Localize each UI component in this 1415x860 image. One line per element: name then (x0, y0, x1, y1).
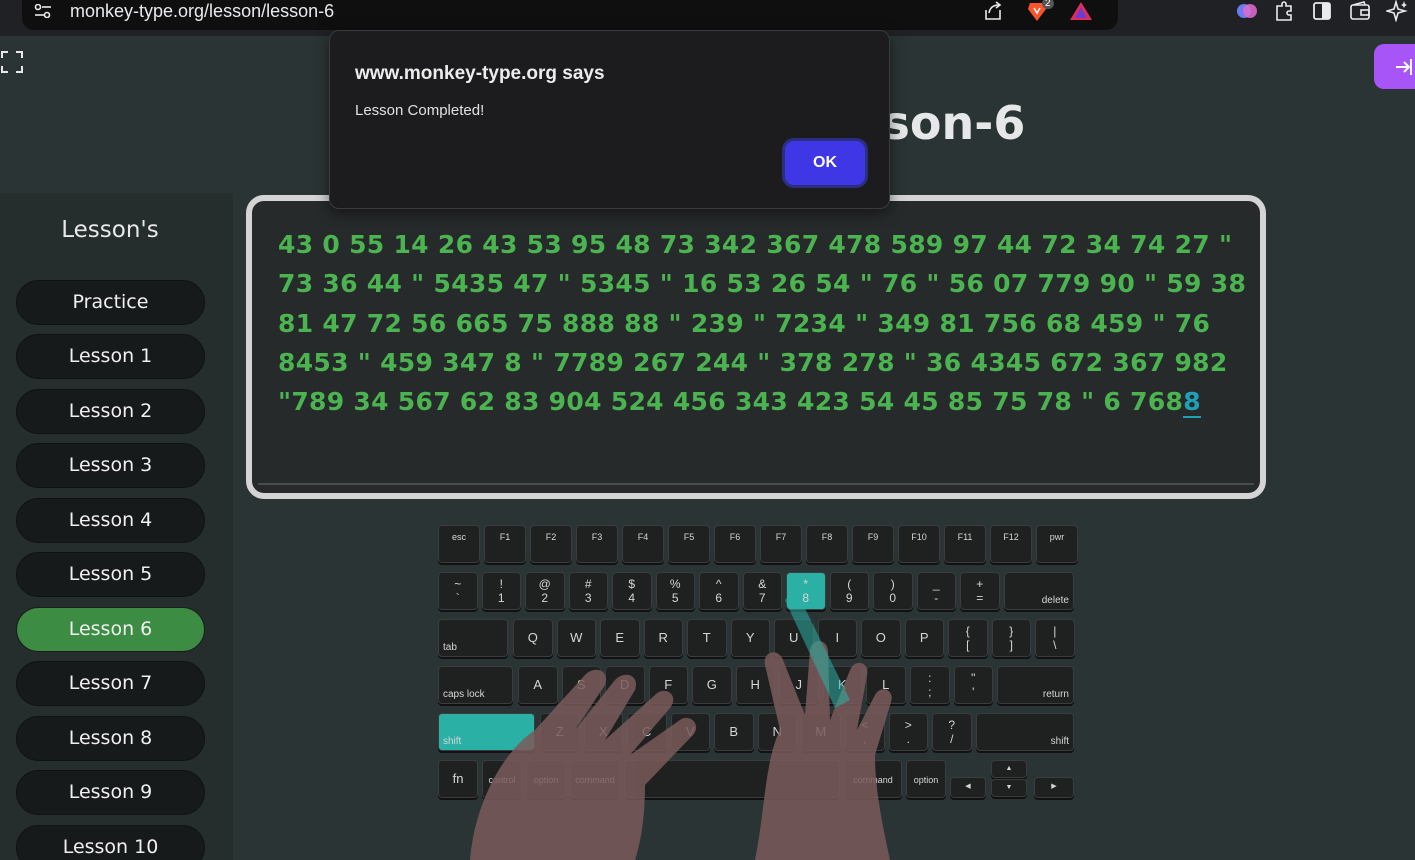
lesson-item-8[interactable]: Lesson 8 (16, 716, 205, 761)
key-label: F1 (499, 532, 511, 542)
typed-text: 43 0 55 14 26 43 53 95 48 73 342 367 478… (278, 225, 1248, 421)
share-icon[interactable] (982, 0, 1004, 22)
lesson-item-6[interactable]: Lesson 6 (16, 607, 205, 652)
key-label: F5 (683, 532, 695, 542)
key-label: pwr (1049, 532, 1065, 542)
lesson-item-7[interactable]: Lesson 7 (16, 661, 205, 706)
key-label: esc (451, 532, 466, 542)
key-label: | (1053, 624, 1057, 638)
brain-extension-icon[interactable] (1236, 0, 1258, 22)
key-label: ▶ (1051, 783, 1057, 790)
key-label: F4 (637, 532, 649, 542)
lesson-item-9[interactable]: Lesson 9 (16, 770, 205, 815)
dialog-message: Lesson Completed! (355, 102, 485, 119)
triangle-icon[interactable] (1069, 0, 1093, 22)
key-f1[interactable]: F1 (484, 525, 526, 563)
puzzle-extension-icon[interactable] (1273, 0, 1295, 22)
key-label: F12 (1003, 532, 1019, 542)
ok-button[interactable]: OK (782, 138, 868, 188)
lesson-item-3[interactable]: Lesson 3 (16, 443, 205, 488)
fullscreen-icon[interactable] (0, 50, 24, 74)
key-f6[interactable]: F6 (714, 525, 756, 563)
key-label: shift (443, 736, 462, 747)
login-button[interactable] (1374, 44, 1415, 89)
tune-icon[interactable] (34, 4, 52, 18)
lesson-item-practice[interactable]: Practice (16, 280, 205, 325)
alert-dialog: www.monkey-type.org says Lesson Complete… (329, 30, 890, 209)
cursor-char: 8 (1183, 387, 1201, 419)
typing-area[interactable]: 43 0 55 14 26 43 53 95 48 73 342 367 478… (246, 195, 1266, 499)
lesson-item-10[interactable]: Lesson 10 (16, 825, 205, 860)
leo-ai-icon[interactable] (1386, 0, 1408, 22)
key-sym-2[interactable]: | \ (1035, 619, 1075, 657)
key-arrow-right[interactable]: ▶ (1034, 777, 1074, 798)
lesson-item-4[interactable]: Lesson 4 (16, 498, 205, 543)
key-label: return (1042, 689, 1069, 700)
key-f8[interactable]: F8 (806, 525, 848, 563)
key-esc[interactable]: esc (438, 525, 480, 563)
key-pwr[interactable]: pwr (1036, 525, 1078, 563)
dialog-title: www.monkey-type.org says (355, 63, 605, 84)
sidebar-title: Lesson's (61, 217, 159, 243)
key-f2[interactable]: F2 (530, 525, 572, 563)
key-f9[interactable]: F9 (852, 525, 894, 563)
text-divider (258, 483, 1254, 485)
key-f5[interactable]: F5 (668, 525, 710, 563)
key-label: F8 (821, 532, 833, 542)
typed-text-content: 43 0 55 14 26 43 53 95 48 73 342 367 478… (278, 230, 1247, 417)
key-label: F2 (545, 532, 557, 542)
lesson-item-1[interactable]: Lesson 1 (16, 334, 205, 379)
lesson-item-2[interactable]: Lesson 2 (16, 389, 205, 434)
key-label: F7 (775, 532, 787, 542)
key-f11[interactable]: F11 (944, 525, 986, 563)
brave-badge: 2 (1042, 0, 1054, 9)
key-label: F10 (911, 532, 927, 542)
address-bar[interactable]: monkey-type.org/lesson/lesson-6 2 (22, 0, 1118, 30)
lessons-sidebar: Lesson's Practice Lesson 1 Lesson 2 Less… (0, 193, 233, 860)
key-label: shift (1050, 736, 1069, 747)
key-f7[interactable]: F7 (760, 525, 802, 563)
login-icon (1396, 59, 1412, 75)
hands-illustration (470, 588, 892, 860)
key-f12[interactable]: F12 (990, 525, 1032, 563)
key-f3[interactable]: F3 (576, 525, 618, 563)
key-label: fn (452, 771, 464, 786)
key-f4[interactable]: F4 (622, 525, 664, 563)
key-label: F3 (591, 532, 603, 542)
sidebar-icon[interactable] (1311, 0, 1333, 22)
key-label: delete (1041, 595, 1069, 606)
key-label: \ (1053, 638, 1057, 652)
key-label: F6 (729, 532, 741, 542)
key-label: F11 (957, 532, 973, 542)
key-label: F9 (867, 532, 879, 542)
url-text[interactable]: monkey-type.org/lesson/lesson-6 (70, 0, 334, 22)
lesson-item-5[interactable]: Lesson 5 (16, 552, 205, 597)
wallet-icon[interactable] (1349, 0, 1371, 22)
key-label: tab (443, 642, 457, 653)
key-f10[interactable]: F10 (898, 525, 940, 563)
